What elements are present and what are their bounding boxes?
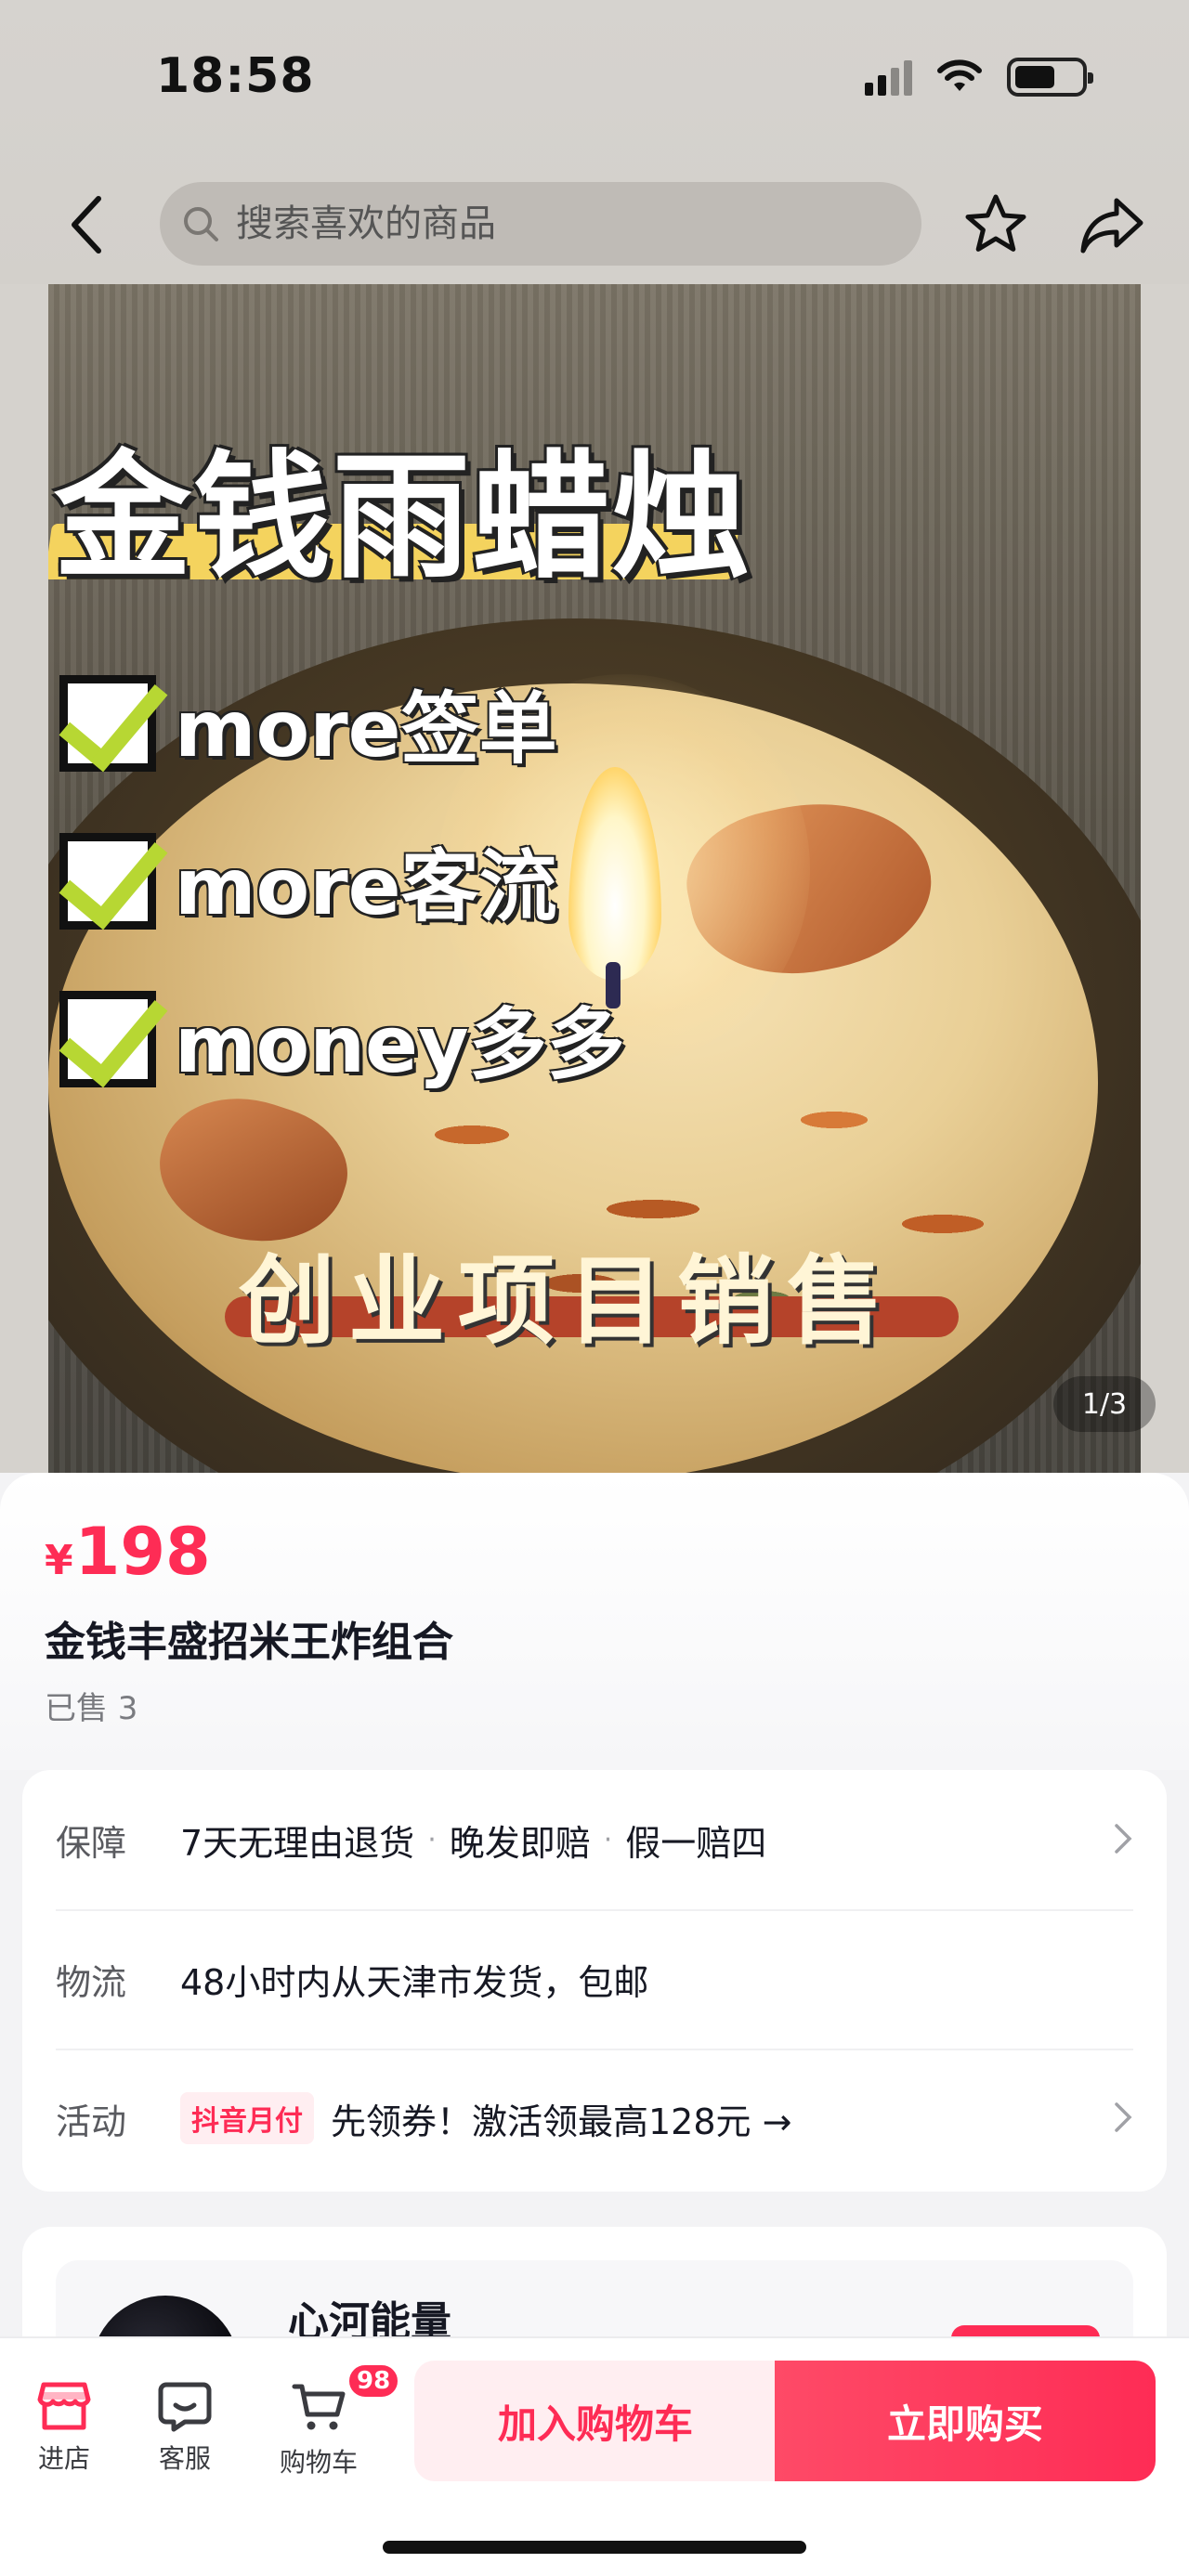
cellular-signal-icon: [865, 59, 912, 96]
buy-now-button[interactable]: 立即购买: [775, 2361, 1156, 2481]
search-input[interactable]: [236, 202, 886, 245]
back-icon[interactable]: [59, 191, 115, 258]
promotion-tag: 抖音月付: [180, 2092, 314, 2144]
checkbox-icon: [59, 832, 156, 930]
store-icon: [37, 2382, 91, 2430]
status-time: 18:58: [156, 48, 315, 104]
product-image[interactable]: 金钱雨蜡烛 more签单 more客流 money多多 创业项目销售: [48, 284, 1141, 1473]
cart-button[interactable]: 98 购物车: [268, 2362, 401, 2479]
add-to-cart-button[interactable]: 加入购物车: [414, 2361, 777, 2481]
status-icons: [865, 58, 1093, 97]
favorite-star-icon[interactable]: [962, 191, 1029, 258]
customer-service-button[interactable]: 客服: [134, 2379, 236, 2476]
shopping-cart-icon: [292, 2384, 346, 2430]
home-indicator: [383, 2541, 806, 2554]
sold-count: 已售 3: [45, 1690, 138, 1727]
image-overlay-bottom-text: 创业项目销售: [239, 1244, 897, 1358]
logistics-row: 物流 48小时内从天津市发货，包邮: [56, 1909, 1133, 2049]
battery-icon: [1007, 58, 1093, 97]
guarantee-row[interactable]: 保障 7天无理由退货 · 晚发即赔 · 假一赔四: [56, 1770, 1133, 1909]
guarantee-item: 晚发即赔: [449, 1822, 591, 1864]
overlay-check-item: money多多: [59, 982, 625, 1095]
product-price: ¥ 198: [45, 1514, 211, 1590]
chevron-right-icon: [1115, 2102, 1132, 2132]
promotion-text: 先领券！激活领最高128元 →: [331, 2101, 792, 2142]
wifi-icon: [937, 59, 982, 91]
product-gallery[interactable]: 金钱雨蜡烛 more签单 more客流 money多多 创业项目销售 1/3: [0, 284, 1189, 1473]
search-bar[interactable]: [160, 182, 921, 266]
top-header: 18:58: [0, 0, 1189, 284]
overlay-check-item: more签单: [59, 667, 557, 779]
guarantee-item: 假一赔四: [625, 1822, 767, 1864]
product-title: 金钱丰盛招米王炸组合: [45, 1619, 453, 1666]
product-info: ¥ 198 金钱丰盛招米王炸组合 已售 3: [0, 1473, 1189, 1770]
gallery-page-indicator: 1/3: [1053, 1376, 1156, 1432]
search-icon: [184, 207, 218, 241]
checkbox-icon: [59, 990, 156, 1087]
nav-bar: [0, 178, 1189, 271]
logistics-value: 48小时内从天津市发货，包邮: [180, 1961, 649, 2003]
chevron-right-icon: [1115, 1824, 1132, 1854]
share-icon[interactable]: [1078, 193, 1146, 258]
cart-count-badge: 98: [346, 2362, 401, 2400]
image-overlay-title: 金钱雨蜡烛: [54, 437, 751, 597]
store-button[interactable]: 进店: [13, 2379, 115, 2476]
promotion-row[interactable]: 活动 抖音月付 先领券！激活领最高128元 →: [56, 2049, 1133, 2188]
service-card: 保障 7天无理由退货 · 晚发即赔 · 假一赔四 物流 48小时内从天津市发货，…: [22, 1770, 1167, 2192]
guarantee-item: 7天无理由退货: [180, 1822, 415, 1864]
chat-icon: [158, 2382, 212, 2432]
checkbox-icon: [59, 674, 156, 772]
overlay-check-item: more客流: [59, 825, 557, 937]
